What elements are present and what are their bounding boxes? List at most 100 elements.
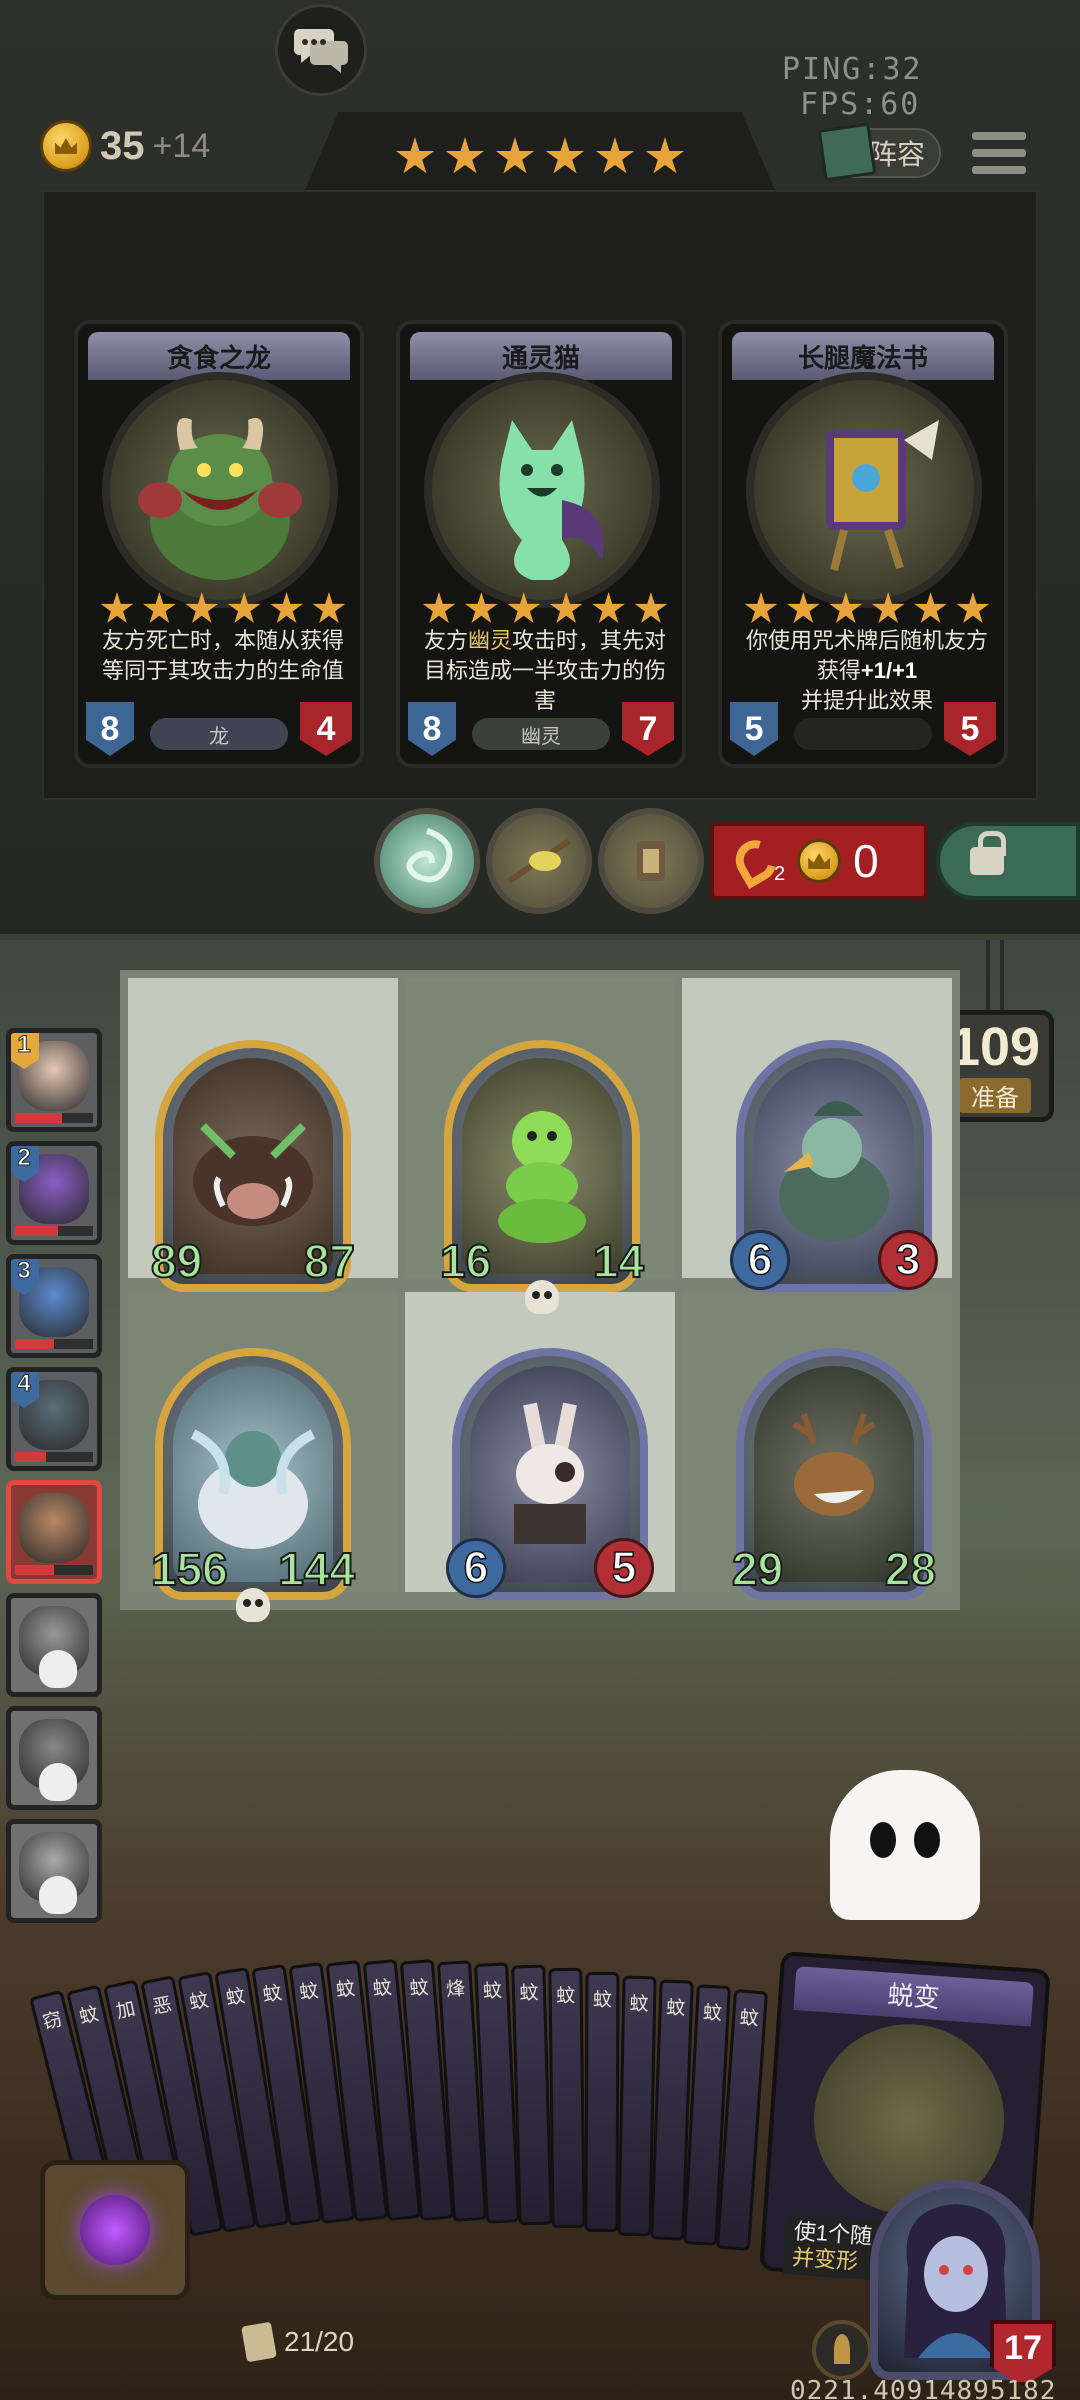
- featured-card-title: 蜕变: [793, 1966, 1034, 2027]
- fps-value: 60: [880, 87, 921, 122]
- lineup-label: 阵容: [868, 139, 925, 170]
- ping-label: PING:: [782, 52, 883, 87]
- hand-card[interactable]: 蚊: [548, 1967, 586, 2229]
- shop-card-psychic-cat[interactable]: 通灵猫 友方幽灵攻击时，其先对目标造成一半攻击力的伤害 8 幽灵 7: [396, 320, 686, 768]
- spell-lantern[interactable]: [598, 808, 704, 914]
- hand-card[interactable]: 蚊: [511, 1964, 553, 2226]
- card-stars: [100, 592, 346, 626]
- crystal-icon: [80, 2195, 150, 2265]
- whirlpool-icon: [406, 828, 453, 883]
- gold-coin-icon: [797, 839, 842, 883]
- card-tribe: 龙: [150, 718, 288, 750]
- shop-board: 贪食之龙 友方死亡时，本随从获得等同于其攻击力的生命值 8 龙 4 通灵猫 友方…: [42, 190, 1038, 800]
- build-id: 0221.40914895182: [790, 2376, 1057, 2400]
- opponent-health-bar: [15, 1565, 93, 1575]
- hero-power-chest[interactable]: [40, 2160, 190, 2300]
- star-icon: [744, 592, 778, 623]
- freeze-shop-button[interactable]: [936, 822, 1080, 900]
- minion-health: 14: [592, 1234, 645, 1288]
- opponent-avatar: [19, 1493, 89, 1563]
- dragon-portrait: [102, 372, 338, 608]
- minion-health: 87: [303, 1234, 356, 1288]
- star-icon: [422, 592, 456, 623]
- minion-attack: 16: [439, 1234, 492, 1288]
- card-health: 4: [300, 702, 352, 756]
- tier-star-icon: [495, 137, 535, 174]
- chat-bubble-icon: [294, 29, 348, 73]
- gold-income: +14: [152, 126, 211, 165]
- hand-card[interactable]: 蚊: [617, 1975, 657, 2237]
- opponent-slot[interactable]: [6, 1819, 102, 1923]
- card-stars: [744, 592, 990, 626]
- minion-attack: 156: [150, 1542, 229, 1596]
- eliminated-skull-icon: [39, 1650, 77, 1688]
- chain: [986, 940, 1004, 1012]
- opponent-slot[interactable]: 1: [6, 1028, 102, 1132]
- spell-branch[interactable]: [486, 808, 592, 914]
- opponent-slot[interactable]: 2: [6, 1141, 102, 1245]
- shop-panel: PING:32 FPS:60 35 +14 阵容 贪食之龙 友方死亡时，本随从获…: [0, 0, 1080, 940]
- minion-health: 28: [884, 1542, 937, 1596]
- fps-label: FPS:: [800, 87, 881, 122]
- deathrattle-skull-icon: [236, 1588, 270, 1622]
- gold-coin-icon: [40, 120, 92, 172]
- battle-area: 109 准备 89 87 16 14 6 3 156 144 6 5 29 28…: [0, 940, 1080, 2400]
- opponent-health-bar: [15, 1226, 93, 1236]
- card-tribe: [794, 718, 932, 750]
- ghost-cat-portrait: [424, 372, 660, 608]
- card-stars: [422, 592, 668, 626]
- opponent-health-bar: [15, 1452, 93, 1462]
- opponent-slot[interactable]: 3: [6, 1254, 102, 1358]
- star-icon: [100, 592, 134, 623]
- eliminated-skull-icon: [39, 1763, 77, 1801]
- menu-button[interactable]: [972, 126, 1026, 180]
- spell-whirlpool[interactable]: [374, 808, 480, 914]
- minion-caterpillar[interactable]: 16 14: [439, 1040, 645, 1314]
- minion-deer-wolf[interactable]: 29 28: [731, 1348, 937, 1600]
- spellbook-portrait: [746, 372, 982, 608]
- gold-display: 35 +14: [40, 120, 210, 172]
- refresh-button[interactable]: 2 0: [710, 822, 928, 900]
- chat-button[interactable]: [275, 4, 367, 96]
- shop-card-greedy-dragon[interactable]: 贪食之龙 友方死亡时，本随从获得等同于其攻击力的生命值 8 龙 4: [74, 320, 364, 768]
- eliminated-skull-icon: [39, 1876, 77, 1914]
- minion-boar[interactable]: 89 87: [150, 1040, 356, 1292]
- opponent-health-bar: [15, 1339, 93, 1349]
- opponent-slot[interactable]: 4: [6, 1367, 102, 1471]
- hand-card-count: 21/20: [241, 2321, 355, 2363]
- minion-dragonfly-beast[interactable]: 156 144: [150, 1348, 356, 1622]
- minion-attack: 29: [731, 1542, 784, 1596]
- minion-rabbit-mask[interactable]: 6 5: [446, 1348, 654, 1600]
- timer-value: 109: [949, 1016, 1041, 1077]
- card-description: 友方死亡时，本随从获得等同于其攻击力的生命值: [101, 628, 344, 683]
- desc-keyword: 并变形: [791, 2244, 859, 2275]
- hand-card[interactable]: 蚊: [584, 1971, 620, 2232]
- tavern-tier-stars: [300, 112, 780, 202]
- tier-star-icon: [645, 137, 685, 174]
- desc-text: 友方: [423, 628, 468, 653]
- lineup-button[interactable]: 阵容: [817, 122, 941, 182]
- opponent-slot[interactable]: [6, 1706, 102, 1810]
- tier-star-icon: [595, 137, 635, 174]
- card-health: 5: [944, 702, 996, 756]
- ping-value: 32: [882, 52, 923, 87]
- tier-star-icon: [545, 137, 585, 174]
- skill-button[interactable]: [812, 2320, 872, 2380]
- minion-health: 144: [277, 1542, 356, 1596]
- network-stats: PING:32 FPS:60: [778, 52, 1080, 122]
- minion-health: 5: [594, 1538, 654, 1598]
- lineup-book-icon: [817, 122, 877, 182]
- ghost-mascot[interactable]: [830, 1770, 980, 1920]
- opponent-slot[interactable]: [6, 1593, 102, 1697]
- desc-keyword: 幽灵: [467, 628, 512, 653]
- minion-attack: 89: [150, 1234, 203, 1288]
- branch-icon: [507, 838, 571, 884]
- scroll-icon: [241, 2321, 277, 2363]
- tier-star-icon: [445, 137, 485, 174]
- menu-icon: [972, 132, 1026, 140]
- minion-vulture[interactable]: 6 3: [730, 1040, 938, 1292]
- shop-card-leggy-spellbook[interactable]: 长腿魔法书 你使用咒术牌后随机友方获得+1/+1 并提升此效果 5 5: [718, 320, 1008, 768]
- hand-count-value: 21/20: [284, 2326, 355, 2357]
- card-attack: 8: [86, 702, 134, 756]
- opponent-slot[interactable]: [6, 1480, 102, 1584]
